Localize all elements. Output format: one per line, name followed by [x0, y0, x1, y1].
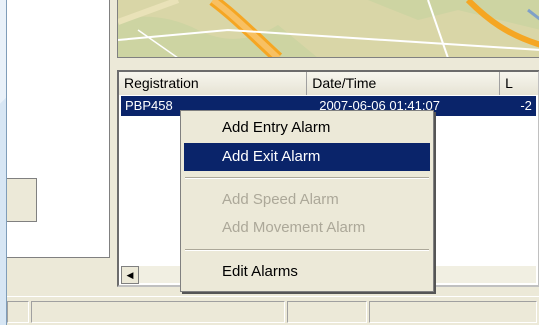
status-pane-3	[287, 301, 367, 323]
menu-item-add-entry-alarm[interactable]: Add Entry Alarm	[184, 114, 430, 142]
scroll-left-button[interactable]: ◀	[121, 266, 139, 284]
menu-item-add-movement-alarm[interactable]: Add Movement Alarm	[184, 214, 430, 242]
status-bar	[7, 296, 539, 325]
menu-separator	[185, 249, 429, 251]
left-panel-button[interactable]	[7, 178, 37, 222]
menu-separator	[185, 177, 429, 179]
status-pane-4	[369, 301, 537, 323]
arrow-left-icon: ◀	[126, 269, 134, 280]
cell-extra: -2	[520, 98, 532, 113]
column-header-registration[interactable]: Registration	[119, 72, 308, 95]
map-view[interactable]	[117, 0, 539, 58]
status-pane-2	[31, 301, 285, 323]
column-header-datetime[interactable]: Date/Time	[307, 72, 501, 95]
map-image	[118, 0, 539, 57]
context-menu: Add Entry Alarm Add Exit Alarm Add Speed…	[180, 110, 434, 292]
status-pane-1	[7, 301, 29, 323]
column-header-extra[interactable]: L	[500, 72, 538, 95]
menu-item-edit-alarms[interactable]: Edit Alarms	[184, 258, 430, 286]
menu-item-add-exit-alarm[interactable]: Add Exit Alarm	[184, 143, 430, 171]
list-header: Registration Date/Time L	[119, 72, 538, 95]
menu-item-add-speed-alarm[interactable]: Add Speed Alarm	[184, 186, 430, 214]
